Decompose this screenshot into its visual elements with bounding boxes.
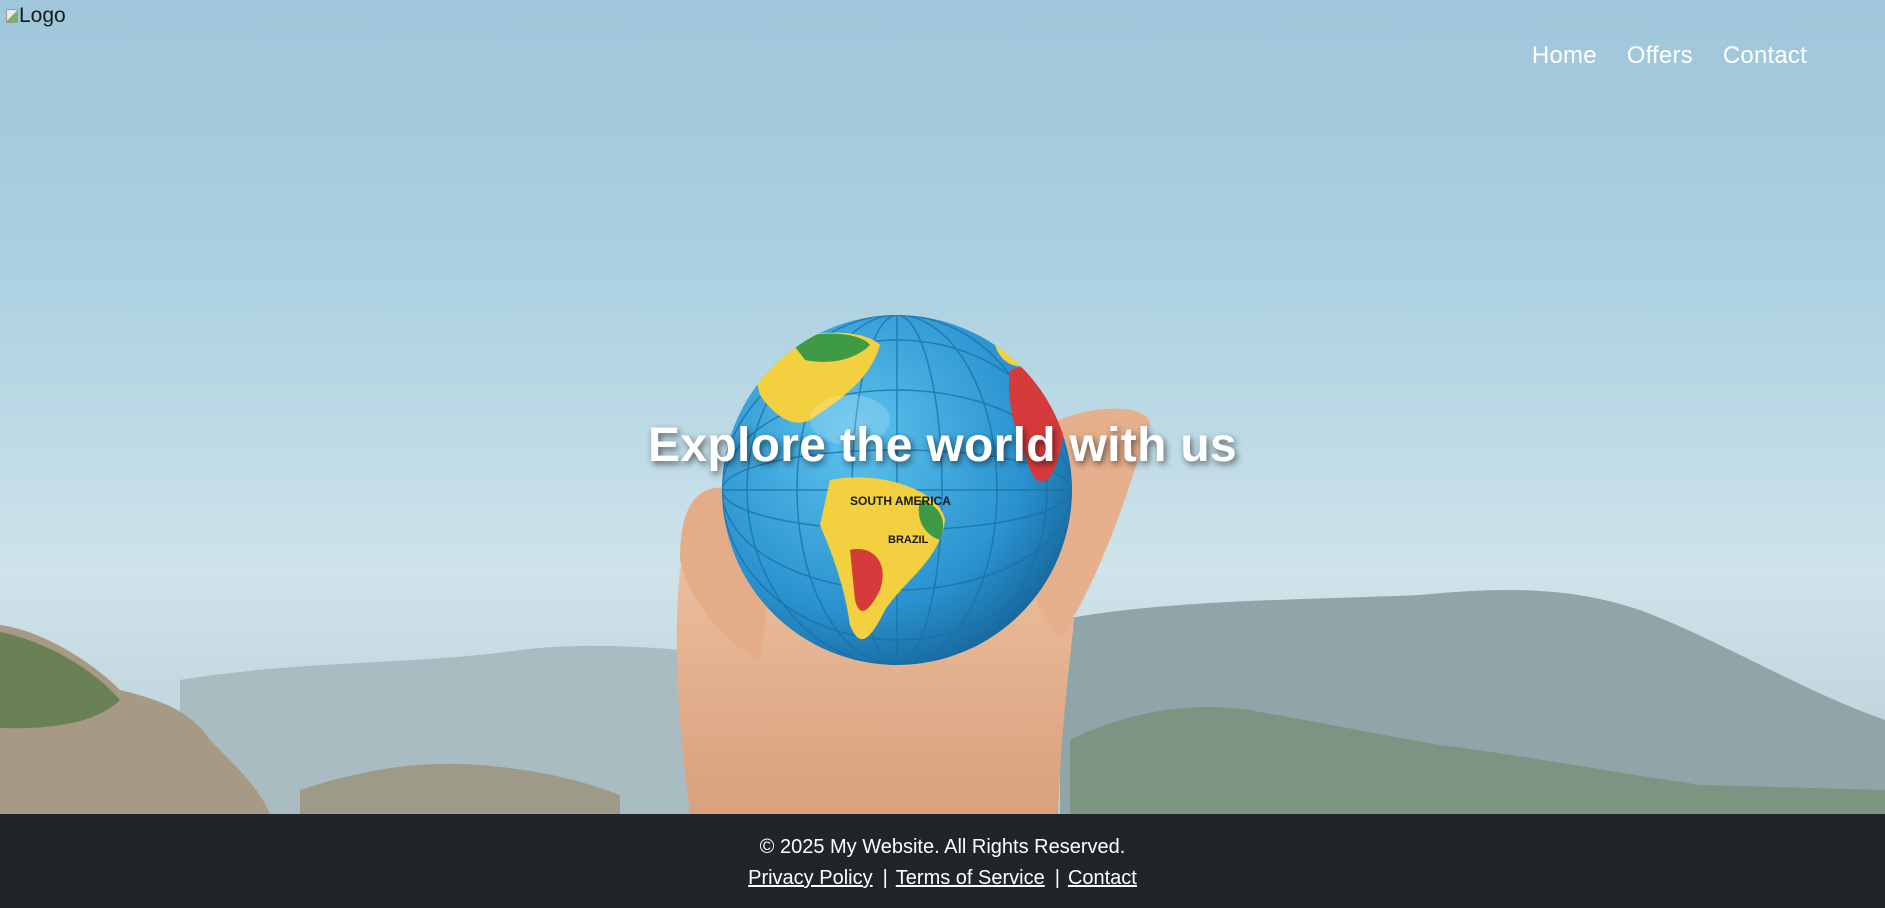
privacy-policy-link[interactable]: Privacy Policy <box>748 867 872 889</box>
footer-contact-link[interactable]: Contact <box>1068 867 1137 889</box>
hero-background-image: SOUTH AMERICA BRAZIL <box>0 315 1885 814</box>
footer-separator: | <box>1054 867 1060 889</box>
page: SOUTH AMERICA BRAZIL Logo Home Offers Co… <box>0 0 1885 908</box>
footer: © 2025 My Website. All Rights Reserved. … <box>0 814 1885 908</box>
globe-label-south-america: SOUTH AMERICA <box>850 494 951 508</box>
logo-alt-text: Logo <box>19 4 66 27</box>
hero-section: SOUTH AMERICA BRAZIL Logo Home Offers Co… <box>0 0 1885 814</box>
nav-offers-link[interactable]: Offers <box>1627 42 1693 70</box>
nav-contact-link[interactable]: Contact <box>1723 42 1807 70</box>
footer-separator: | <box>882 867 888 889</box>
footer-links: Privacy Policy | Terms of Service | Contact <box>0 867 1885 890</box>
logo[interactable]: Logo <box>6 4 66 28</box>
hero-title: Explore the world with us <box>648 419 1237 472</box>
nav-home-link[interactable]: Home <box>1532 42 1597 70</box>
globe-label-brazil: BRAZIL <box>888 534 929 546</box>
globe: SOUTH AMERICA BRAZIL <box>722 315 1072 665</box>
main-nav: Home Offers Contact <box>1532 42 1807 70</box>
terms-of-service-link[interactable]: Terms of Service <box>896 867 1045 889</box>
footer-copyright: © 2025 My Website. All Rights Reserved. <box>759 836 1126 858</box>
broken-image-icon <box>6 9 18 23</box>
